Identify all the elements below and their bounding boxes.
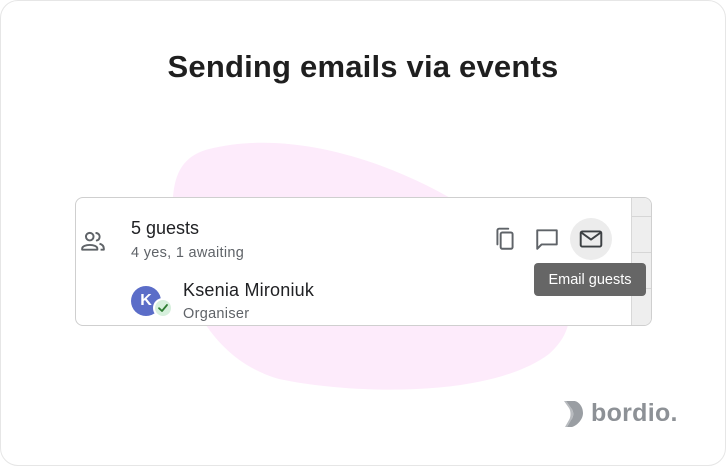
organiser-role: Organiser <box>183 306 250 322</box>
comment-icon <box>536 229 558 250</box>
page-title: Sending emails via events <box>167 49 559 84</box>
brand-name: bordio. <box>591 399 678 427</box>
illustration-card: Sending emails via events 5 guests 4 yes… <box>0 0 726 466</box>
copy-icon <box>496 227 514 250</box>
email-guests-button[interactable] <box>570 218 612 260</box>
bordio-logo-mark-icon <box>564 400 583 427</box>
copy-guests-button[interactable] <box>488 222 522 256</box>
mail-icon <box>579 230 603 248</box>
guests-count: 5 guests <box>131 218 200 238</box>
organiser-name: Ksenia Mironiuk <box>183 280 315 300</box>
guests-panel: 5 guests 4 yes, 1 awaiting K Ksenia Miro… <box>75 197 652 326</box>
message-guests-button[interactable] <box>530 222 564 256</box>
guests-response-status: 4 yes, 1 awaiting <box>131 245 245 261</box>
bordio-logo: bordio. <box>563 399 678 428</box>
side-grid-column <box>631 198 651 325</box>
email-guests-tooltip: Email guests <box>534 263 646 296</box>
accepted-check-icon <box>153 298 173 318</box>
people-icon <box>81 231 105 251</box>
